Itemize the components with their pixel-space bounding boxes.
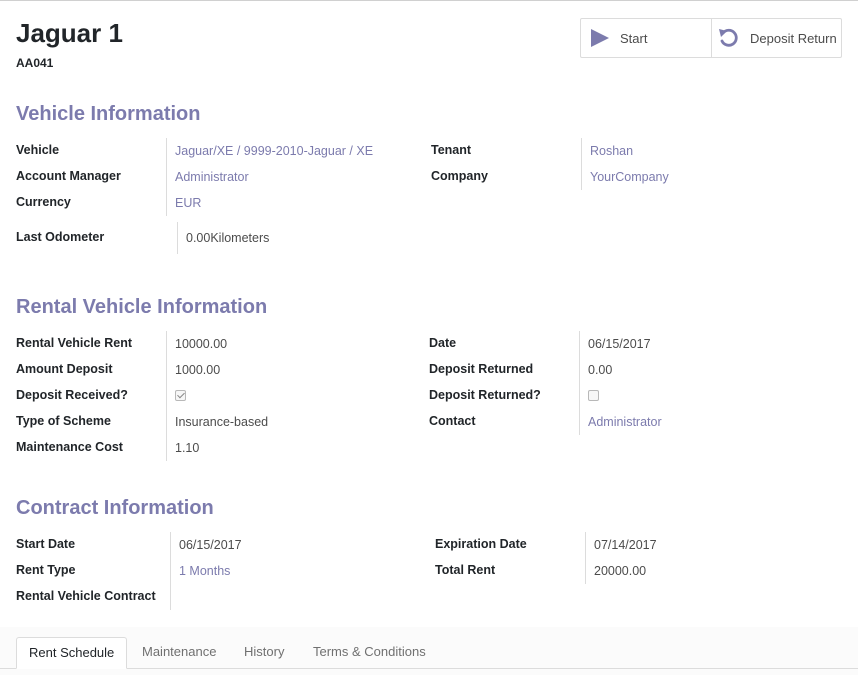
total-rent-label: Total Rent xyxy=(435,563,496,577)
play-icon xyxy=(590,28,610,48)
action-button-box: Start Deposit Return xyxy=(580,18,842,58)
undo-icon xyxy=(718,27,740,49)
tab-terms-conditions[interactable]: Terms & Conditions xyxy=(301,637,438,669)
scheme-field[interactable]: Insurance-based xyxy=(166,409,268,435)
start-button-label: Start xyxy=(620,30,648,46)
rental-rent-field[interactable]: 10000.00 xyxy=(166,331,227,357)
expiration-date-label: Expiration Date xyxy=(435,537,527,551)
rent-type-label: Rent Type xyxy=(16,563,76,577)
amount-deposit-label: Amount Deposit xyxy=(16,362,113,376)
maintenance-cost-label: Maintenance Cost xyxy=(16,440,123,454)
account-manager-label: Account Manager xyxy=(16,169,121,183)
total-rent-field[interactable]: 20000.00 xyxy=(585,558,646,584)
tab-rent-schedule[interactable]: Rent Schedule xyxy=(16,637,128,669)
currency-field[interactable]: EUR xyxy=(166,190,201,216)
start-date-field[interactable]: 06/15/2017 xyxy=(170,532,242,558)
company-label: Company xyxy=(431,169,488,183)
section-vehicle-information: Vehicle Information xyxy=(16,103,201,125)
start-date-label: Start Date xyxy=(16,537,76,551)
account-manager-field[interactable]: Administrator xyxy=(166,164,249,190)
record-reference: AA041 xyxy=(16,56,54,70)
vehicle-label: Vehicle xyxy=(16,143,60,157)
section-rental-vehicle-information: Rental Vehicle Information xyxy=(16,296,268,318)
deposit-returned-check-label: Deposit Returned? xyxy=(429,388,541,402)
date-field[interactable]: 06/15/2017 xyxy=(579,331,651,357)
amount-deposit-field[interactable]: 1000.00 xyxy=(166,357,220,383)
tab-maintenance[interactable]: Maintenance xyxy=(130,637,228,669)
tenant-field[interactable]: Roshan xyxy=(581,138,633,164)
contact-label: Contact xyxy=(429,414,476,428)
deposit-received-cell xyxy=(166,383,186,409)
rental-rent-label: Rental Vehicle Rent xyxy=(16,336,133,350)
odometer-field[interactable]: 0.00Kilometers xyxy=(177,222,269,254)
currency-label: Currency xyxy=(16,195,71,209)
contact-field[interactable]: Administrator xyxy=(579,409,662,435)
rental-contract-field[interactable] xyxy=(170,584,179,610)
deposit-returned-amount-label: Deposit Returned xyxy=(429,362,534,376)
company-field[interactable]: YourCompany xyxy=(581,164,669,190)
odometer-unit: Kilometers xyxy=(210,231,270,245)
rental-contract-label: Rental Vehicle Contract xyxy=(16,589,156,603)
deposit-returned-cell xyxy=(579,383,599,409)
deposit-return-button-label: Deposit Return xyxy=(750,30,837,46)
deposit-return-button[interactable]: Deposit Return xyxy=(712,19,841,57)
deposit-returned-checkbox[interactable] xyxy=(588,390,599,401)
expiration-date-field[interactable]: 07/14/2017 xyxy=(585,532,657,558)
rent-type-field[interactable]: 1 Months xyxy=(170,558,230,584)
tab-history[interactable]: History xyxy=(232,637,296,669)
deposit-received-label: Deposit Received? xyxy=(16,388,128,402)
scheme-label: Type of Scheme xyxy=(16,414,111,428)
tenant-label: Tenant xyxy=(431,143,472,157)
maintenance-cost-field[interactable]: 1.10 xyxy=(166,435,199,461)
odometer-label: Last Odometer xyxy=(16,230,105,244)
section-contract-information: Contract Information xyxy=(16,497,214,519)
start-button[interactable]: Start xyxy=(581,19,712,57)
date-label: Date xyxy=(429,336,457,350)
record-title: Jaguar 1 xyxy=(16,18,123,48)
deposit-received-checkbox[interactable] xyxy=(175,390,186,401)
vehicle-field[interactable]: Jaguar/XE / 9999-2010-Jaguar / XE xyxy=(166,138,373,164)
odometer-value: 0.00 xyxy=(186,231,211,245)
deposit-returned-amount-field[interactable]: 0.00 xyxy=(579,357,612,383)
